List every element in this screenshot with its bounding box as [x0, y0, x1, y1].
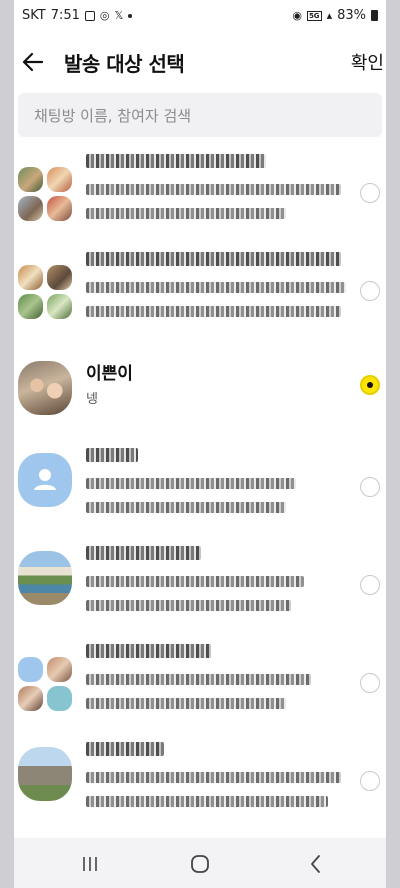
select-radio[interactable]: [360, 281, 380, 301]
clock: 7:51: [50, 8, 80, 23]
carrier-label: SKT: [22, 8, 46, 23]
chat-item[interactable]: [14, 537, 386, 635]
screen: SKT 7:51 ◎ 𝕏 ◉ 5G ▴ 83% 발송 대상 선택 확인 채팅방 …: [14, 0, 386, 888]
group-avatar: [18, 657, 72, 711]
avatar: [18, 453, 72, 507]
chat-item[interactable]: [14, 733, 386, 831]
avatar: [47, 196, 72, 221]
chat-name: [86, 739, 164, 759]
search-input[interactable]: 채팅방 이름, 참여자 검색: [18, 93, 382, 137]
signal-icon: ▴: [326, 9, 333, 22]
battery-percent: 83%: [337, 8, 366, 23]
recent-apps-button[interactable]: [78, 852, 102, 876]
chat-item[interactable]: 이쁜이 넹: [14, 341, 386, 439]
chat-name: [86, 151, 266, 171]
avatar: [47, 657, 72, 682]
home-button[interactable]: [188, 852, 212, 876]
avatar: [18, 196, 43, 221]
chat-preview: [86, 668, 356, 716]
header: 발송 대상 선택 확인: [14, 38, 386, 86]
recent-apps-icon: [83, 857, 97, 871]
gallery-icon: [84, 10, 95, 21]
select-radio-selected[interactable]: [360, 375, 380, 395]
group-avatar: [18, 265, 72, 319]
default-person-icon: [34, 469, 56, 490]
chat-item[interactable]: [14, 439, 386, 537]
chat-preview: [86, 472, 356, 520]
chat-preview: 넹: [86, 392, 98, 407]
chat-name: [86, 641, 211, 661]
select-radio[interactable]: [360, 477, 380, 497]
avatar: [18, 294, 43, 319]
more-notifications-icon: [128, 13, 133, 18]
back-nav-button[interactable]: [304, 852, 328, 876]
select-radio[interactable]: [360, 575, 380, 595]
group-avatar: [18, 167, 72, 221]
chat-preview: [86, 276, 356, 324]
select-radio[interactable]: [360, 771, 380, 791]
back-arrow-icon: [22, 52, 44, 72]
navigation-bar: [14, 838, 386, 888]
chat-name: 이쁜이: [86, 364, 133, 384]
select-radio[interactable]: [360, 673, 380, 693]
avatar: [47, 686, 72, 711]
select-radio[interactable]: [360, 183, 380, 203]
chat-item[interactable]: [14, 635, 386, 733]
chat-preview: [86, 570, 356, 618]
network-type-icon: 5G: [306, 10, 322, 21]
chat-list: 이쁜이 넹: [14, 145, 386, 831]
chevron-left-icon: [311, 855, 320, 873]
location-icon: ◎: [99, 9, 110, 22]
chat-preview: [86, 766, 356, 814]
avatar: [47, 167, 72, 192]
chat-item[interactable]: [14, 145, 386, 243]
chat-item[interactable]: [14, 243, 386, 341]
home-icon: [191, 855, 209, 873]
status-bar: SKT 7:51 ◎ 𝕏 ◉ 5G ▴ 83%: [14, 0, 386, 32]
back-button[interactable]: [18, 46, 50, 78]
confirm-button[interactable]: 확인: [351, 49, 384, 75]
chat-name: [86, 249, 341, 269]
chat-preview: [86, 178, 356, 226]
hotspot-icon: ◉: [292, 9, 302, 22]
avatar: [18, 747, 72, 801]
avatar: [18, 686, 43, 711]
avatar: [18, 361, 72, 415]
avatar: [18, 167, 43, 192]
avatar: [18, 265, 43, 290]
x-app-icon: 𝕏: [114, 9, 124, 22]
battery-icon: [371, 10, 378, 21]
avatar: [47, 265, 72, 290]
avatar: [18, 551, 72, 605]
avatar: [47, 294, 72, 319]
page-title: 발송 대상 선택: [64, 52, 185, 76]
avatar: [18, 657, 43, 682]
chat-name: [86, 543, 201, 563]
chat-name: [86, 445, 138, 465]
